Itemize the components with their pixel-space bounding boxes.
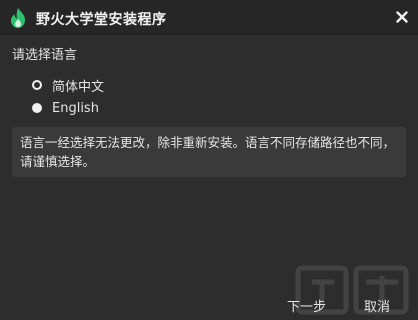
next-button[interactable]: 下一步 [287, 296, 326, 315]
language-option-label: English [52, 100, 99, 116]
installer-window: 野火大学堂安装程序 请选择语言 简体中文 English 语言一经选择无法更改，… [0, 0, 418, 320]
language-option-en[interactable]: English [32, 99, 99, 117]
radio-unselected-icon[interactable] [32, 103, 42, 113]
language-option-zh[interactable]: 简体中文 [32, 76, 105, 95]
close-icon[interactable] [394, 9, 410, 25]
cancel-button[interactable]: 取消 [364, 296, 390, 315]
language-section-label: 请选择语言 [12, 48, 78, 63]
language-notice: 语言一经选择无法更改，除非重新安装。语言不同存储路径也不同，请谨慎选择。 [12, 127, 406, 177]
language-option-label: 简体中文 [52, 79, 105, 95]
flame-logo-icon [11, 8, 25, 28]
radio-selected-icon[interactable] [32, 80, 42, 90]
title-bar[interactable]: 野火大学堂安装程序 [0, 0, 418, 35]
window-title: 野火大学堂安装程序 [36, 12, 167, 28]
